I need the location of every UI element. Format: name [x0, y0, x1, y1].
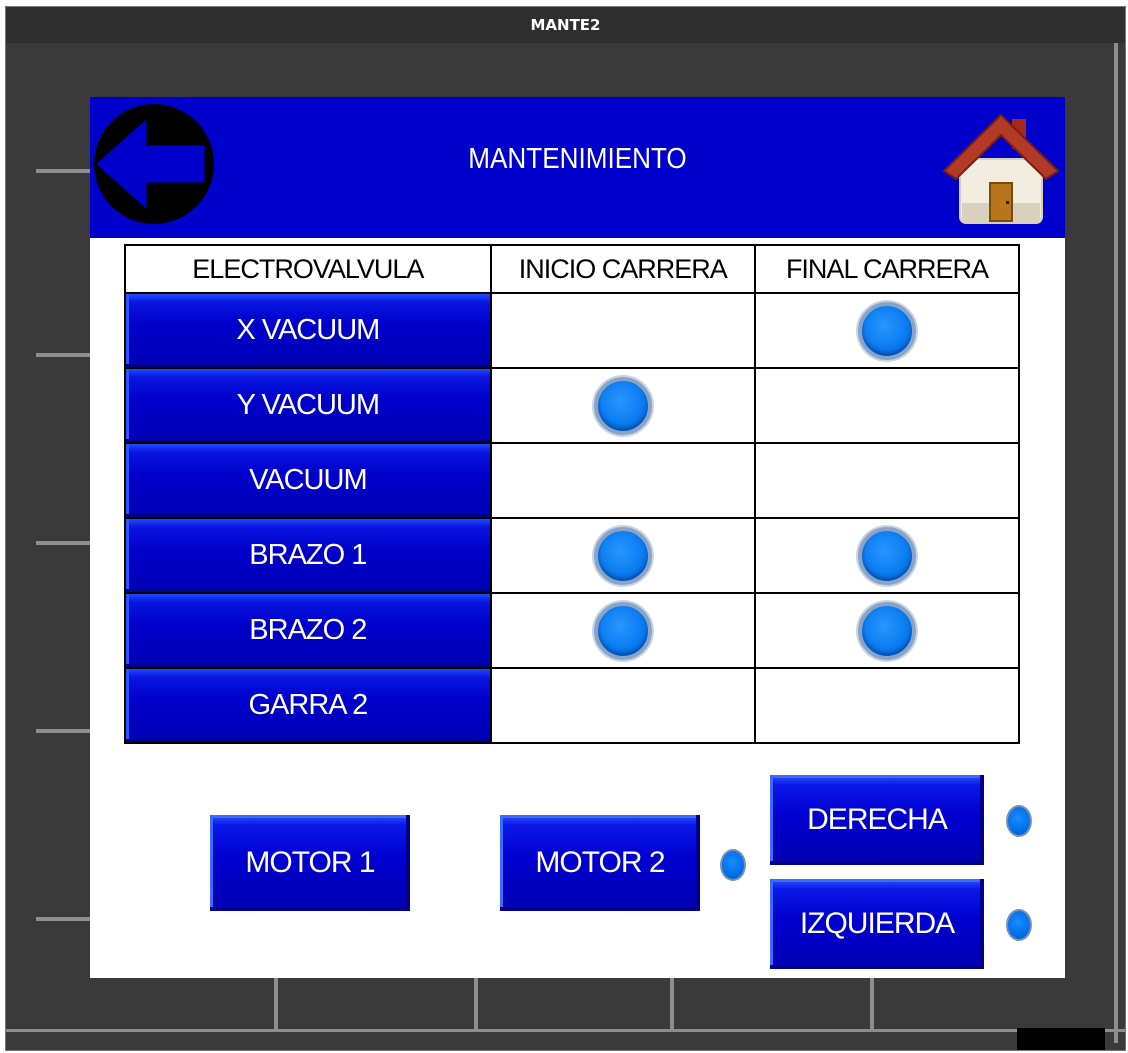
frame-tick: [36, 729, 90, 733]
final-lamp: [857, 301, 916, 360]
table-row: BRAZO 2: [124, 592, 1021, 669]
derecha-indicator: [1006, 805, 1032, 837]
final-lamp: [857, 526, 916, 585]
derecha-button[interactable]: DERECHA: [770, 775, 984, 865]
frame-tick: [670, 978, 674, 1030]
column-header: FINAL CARRERA: [753, 244, 1021, 294]
frame-tick: [274, 978, 278, 1030]
valve-status-table: ELECTROVALVULA INICIO CARRERA FINAL CARR…: [124, 244, 1021, 744]
valve-button[interactable]: Y VACUUM: [126, 369, 490, 442]
valve-button[interactable]: BRAZO 2: [126, 594, 490, 667]
hmi-window: MANTE2 MANTENIMIENTO ELECTROVALVULA INIC…: [5, 6, 1126, 1051]
frame-tick: [36, 169, 90, 173]
final-lamp: [857, 601, 916, 660]
table-row: X VACUUM: [124, 292, 1021, 369]
valve-button[interactable]: VACUUM: [126, 444, 490, 517]
hmi-screen: MANTENIMIENTO ELECTROVALVULA INICIO CARR…: [90, 97, 1065, 978]
frame-tick: [36, 917, 90, 921]
frame-tick: [870, 978, 874, 1030]
izquierda-indicator: [1006, 909, 1032, 941]
inicio-lamp: [593, 376, 652, 435]
motor2-button[interactable]: MOTOR 2: [500, 815, 700, 911]
table-row: VACUUM: [124, 442, 1021, 519]
frame-tick: [36, 541, 90, 545]
inicio-lamp: [593, 601, 652, 660]
column-header: ELECTROVALVULA: [124, 244, 492, 294]
frame-edge: [1114, 43, 1118, 1043]
status-indicator: [1017, 1028, 1105, 1050]
table-row: Y VACUUM: [124, 367, 1021, 444]
valve-button[interactable]: BRAZO 1: [126, 519, 490, 592]
home-button[interactable]: [942, 113, 1060, 225]
motor2-indicator: [720, 849, 746, 881]
window-title: MANTE2: [6, 7, 1125, 43]
valve-button[interactable]: X VACUUM: [126, 294, 490, 367]
izquierda-button[interactable]: IZQUIERDA: [770, 879, 984, 969]
inicio-lamp: [593, 526, 652, 585]
table-row: GARRA 2: [124, 667, 1021, 744]
header-bar: MANTENIMIENTO: [90, 97, 1065, 238]
frame-edge: [6, 1029, 1125, 1032]
motor1-button[interactable]: MOTOR 1: [210, 815, 410, 911]
house-icon: [942, 113, 1060, 224]
valve-rows: X VACUUM Y VACUUM VACUUM BRAZO 1 BRAZO 2…: [124, 292, 1021, 744]
valve-button[interactable]: GARRA 2: [126, 669, 490, 742]
table-row: BRAZO 1: [124, 517, 1021, 594]
page-title: MANTENIMIENTO: [468, 143, 687, 175]
frame-tick: [474, 978, 478, 1030]
frame-tick: [36, 353, 90, 357]
column-header: INICIO CARRERA: [489, 244, 756, 294]
